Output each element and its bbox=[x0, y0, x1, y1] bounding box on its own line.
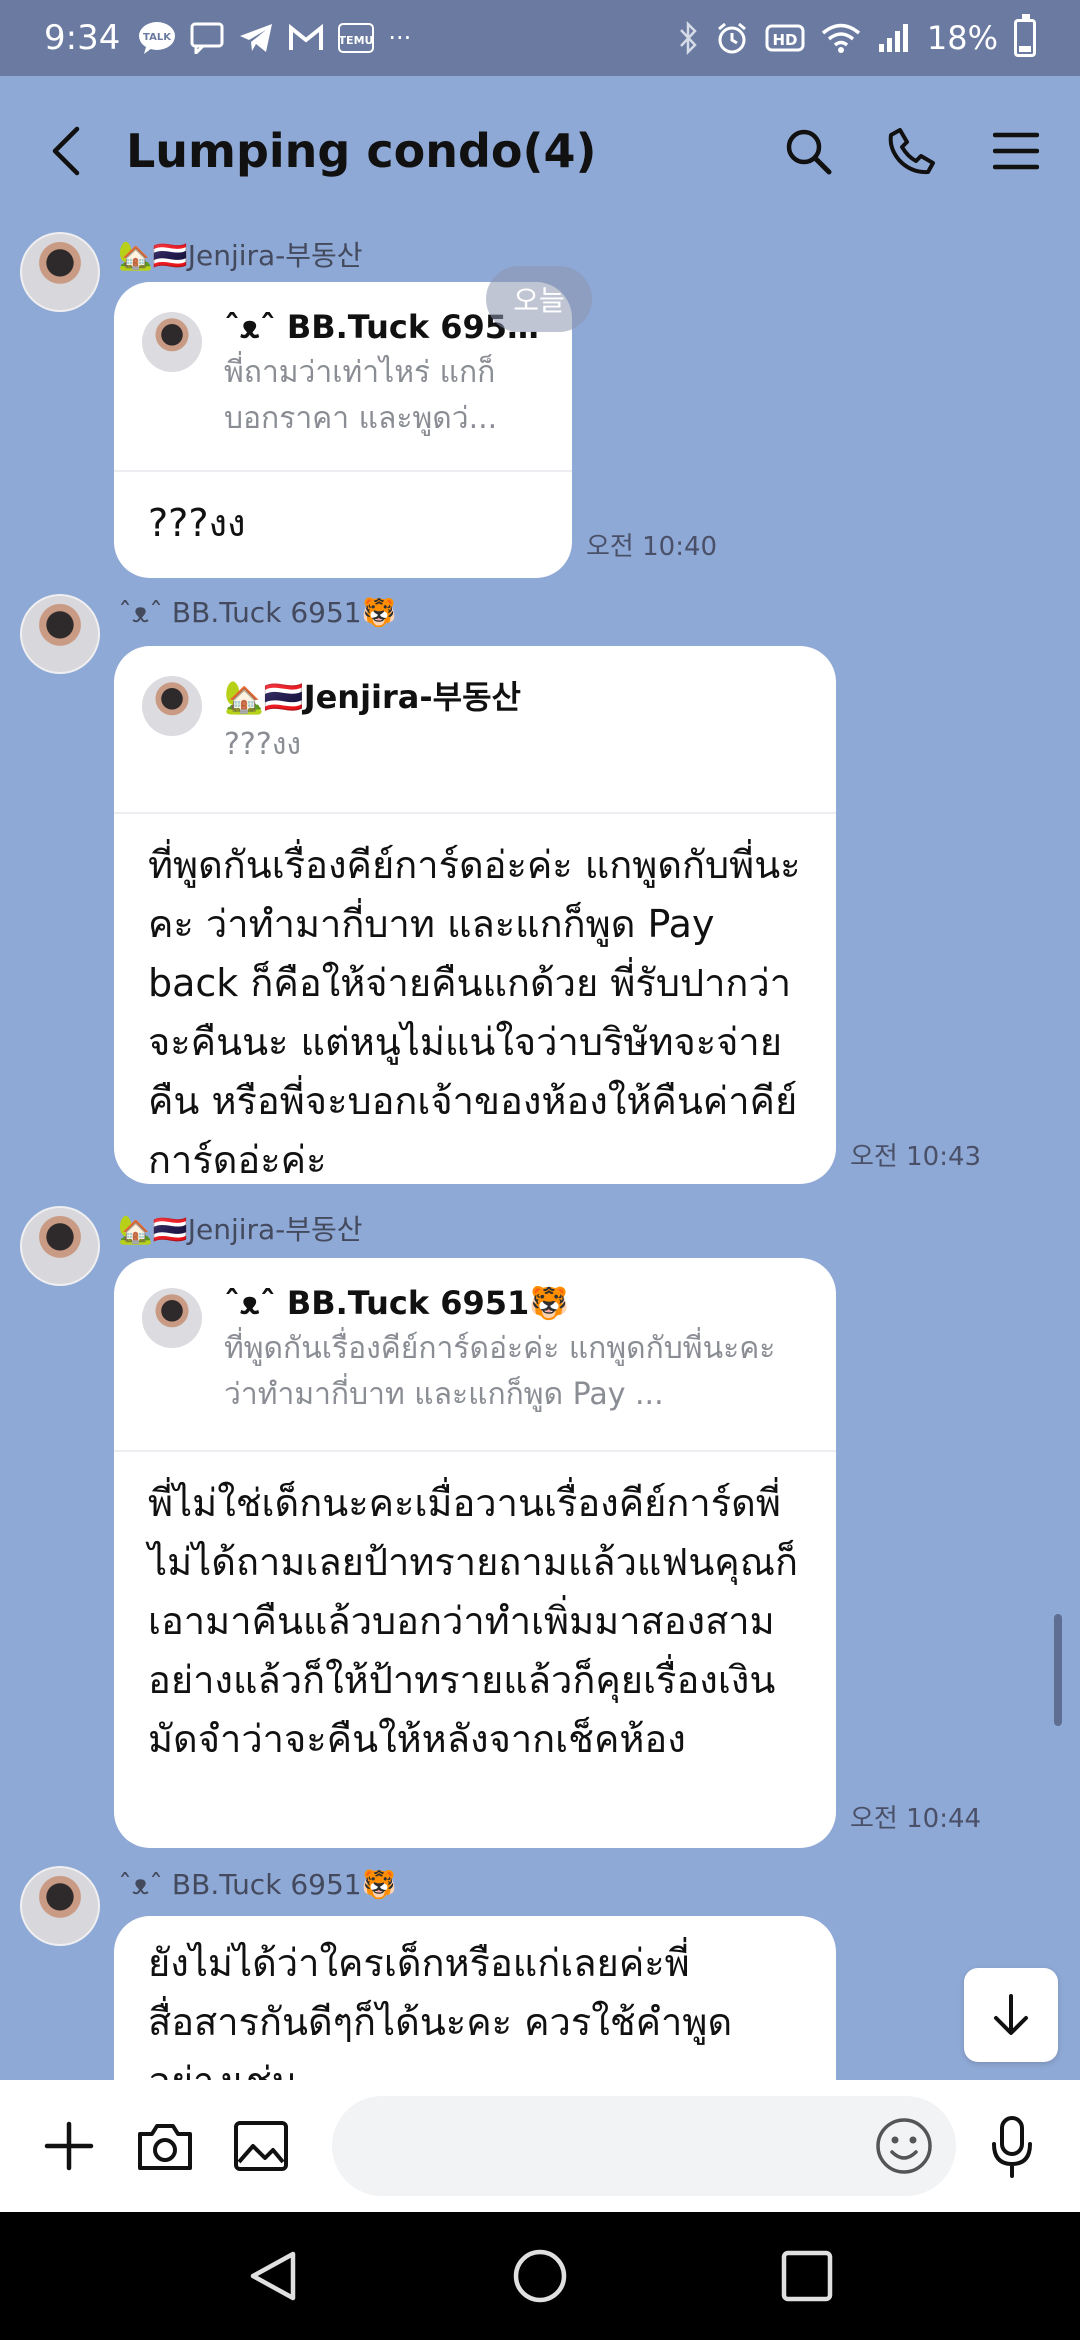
quote-avatar bbox=[142, 312, 202, 372]
hd-icon: HD bbox=[765, 23, 805, 53]
message-text: ที่พูดกันเรื่องคีย์การ์ดอ่ะค่ะ แกพูดกับพ… bbox=[148, 843, 801, 1182]
nav-home-icon[interactable] bbox=[505, 2241, 575, 2311]
quote-text: ที่พูดกันเรื่องคีย์การ์ดอ่ะค่ะ แกพูดกับพ… bbox=[224, 1331, 776, 1412]
message-time: 오전 10:40 bbox=[586, 532, 718, 562]
gmail-icon bbox=[288, 24, 324, 52]
scrollbar-thumb[interactable] bbox=[1054, 1614, 1062, 1726]
quote-text: พี่ถามว่าเท่าไหร่ แกก็บอกราคา และพูดว่..… bbox=[224, 355, 498, 436]
message-text: ???งง bbox=[148, 501, 246, 545]
notification-icons: TALK TEMU ··· bbox=[138, 21, 411, 55]
svg-text:TEMU: TEMU bbox=[339, 34, 374, 47]
call-icon[interactable] bbox=[884, 123, 940, 179]
quoted-message[interactable]: ˆᴥˆ BB.Tuck 6951🐯 ที่พูดกันเรื่องคีย์การ… bbox=[114, 1258, 836, 1452]
input-bar bbox=[0, 2080, 1080, 2212]
system-nav-bar bbox=[0, 2212, 1080, 2340]
search-icon[interactable] bbox=[780, 123, 836, 179]
status-time: 9:34 bbox=[44, 18, 121, 58]
quote-sender: ˆᴥˆ BB.Tuck 6951🐯 bbox=[224, 1284, 570, 1322]
svg-text:HD: HD bbox=[772, 31, 797, 49]
talk-icon: TALK bbox=[138, 21, 176, 55]
plus-icon[interactable] bbox=[36, 2113, 102, 2179]
back-icon[interactable] bbox=[36, 121, 96, 181]
wifi-icon bbox=[821, 22, 861, 54]
system-icons: HD 18% bbox=[677, 14, 1036, 57]
nav-back-icon[interactable] bbox=[238, 2241, 308, 2311]
avatar[interactable] bbox=[20, 594, 100, 674]
avatar[interactable] bbox=[20, 1206, 100, 1286]
quote-sender: 🏡🇹🇭Jenjira-부동산 bbox=[224, 678, 521, 716]
avatar[interactable] bbox=[20, 232, 100, 312]
sender-name: ˆᴥˆ BB.Tuck 6951🐯 bbox=[118, 1868, 397, 1901]
status-bar: 9:34 TALK TEMU ··· HD 18% bbox=[0, 0, 1080, 76]
avatar[interactable] bbox=[20, 1866, 100, 1946]
message-bubble[interactable]: ยังไม่ได้ว่าใครเด็กหรือแก่เลยค่ะพี่ สื่อ… bbox=[114, 1916, 836, 2080]
battery-icon bbox=[1014, 14, 1036, 57]
alarm-icon bbox=[715, 21, 749, 55]
more-notifications-icon: ··· bbox=[388, 24, 412, 52]
bluetooth-icon bbox=[677, 21, 699, 55]
chat-title: Lumping condo(4) bbox=[126, 124, 597, 178]
scroll-to-bottom-button[interactable] bbox=[964, 1968, 1058, 2062]
emoji-icon[interactable] bbox=[874, 2116, 934, 2176]
temu-icon: TEMU bbox=[338, 23, 375, 53]
message-bubble[interactable]: ˆᴥˆ BB.Tuck 6951🐯 ที่พูดกันเรื่องคีย์การ… bbox=[114, 1258, 836, 1848]
message-text: พี่ไม่ใช่เด็กนะคะเมื่อวานเรื่องคีย์การ์ด… bbox=[148, 1481, 798, 1761]
sender-name: 🏡🇹🇭Jenjira-부동산 bbox=[118, 239, 363, 272]
message-bubble[interactable]: 🏡🇹🇭Jenjira-부동산 ???งง ที่พูดกันเรื่องคีย์… bbox=[114, 646, 836, 1184]
battery-level bbox=[1019, 46, 1031, 52]
menu-icon[interactable] bbox=[988, 123, 1044, 179]
date-separator: 오늘 bbox=[486, 266, 592, 332]
signal-icon bbox=[877, 22, 911, 54]
svg-text:TALK: TALK bbox=[143, 32, 172, 43]
arrow-down-icon bbox=[994, 1994, 1028, 2035]
message-time: 오전 10:43 bbox=[850, 1142, 982, 1172]
nav-recents-icon[interactable] bbox=[772, 2241, 842, 2311]
sender-name: ˆᴥˆ BB.Tuck 6951🐯 bbox=[118, 596, 397, 629]
sender-name: 🏡🇹🇭Jenjira-부동산 bbox=[118, 1213, 363, 1246]
message-input[interactable] bbox=[332, 2096, 956, 2196]
camera-icon[interactable] bbox=[132, 2113, 198, 2179]
telegram-icon bbox=[238, 22, 274, 54]
quote-text: ???งง bbox=[224, 727, 302, 762]
message-text: ยังไม่ได้ว่าใครเด็กหรือแก่เลยค่ะพี่ สื่อ… bbox=[148, 1941, 733, 2080]
mic-icon[interactable] bbox=[982, 2113, 1042, 2179]
chat-header: Lumping condo(4) bbox=[0, 76, 1080, 226]
battery-percent: 18% bbox=[926, 19, 998, 57]
message-time: 오전 10:44 bbox=[850, 1804, 982, 1834]
quote-avatar bbox=[142, 676, 202, 736]
quote-avatar bbox=[142, 1288, 202, 1348]
quoted-message[interactable]: 🏡🇹🇭Jenjira-부동산 ???งง bbox=[114, 646, 836, 814]
image-icon[interactable] bbox=[228, 2113, 294, 2179]
chat-icon bbox=[190, 22, 224, 54]
chat-area[interactable]: 🏡🇹🇭Jenjira-부동산 ˆᴥˆ BB.Tuck 6951... พี่ถา… bbox=[0, 226, 1080, 2080]
